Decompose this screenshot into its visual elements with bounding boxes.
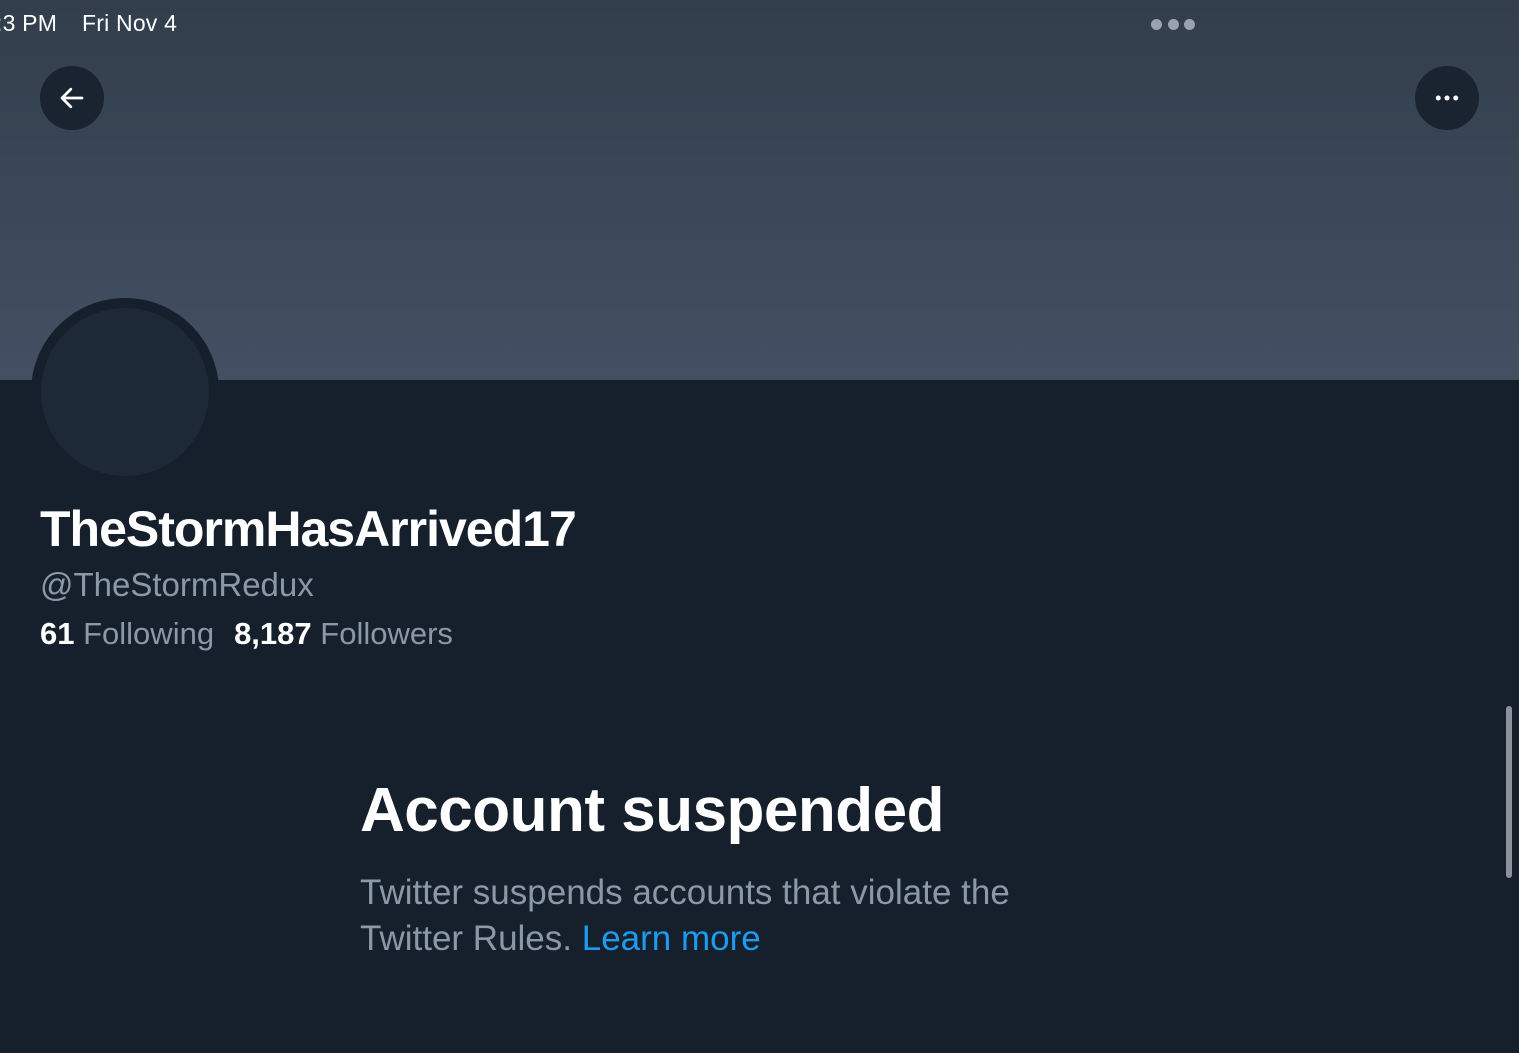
follow-stats: 61 Following 8,187 Followers <box>40 616 453 652</box>
profile-page: :3 PM Fri Nov 4 TheStormHasArrived17 @Th… <box>0 0 1519 1053</box>
suspended-title: Account suspended <box>360 776 945 845</box>
following-label: Following <box>83 616 215 651</box>
following-count: 61 <box>40 616 75 651</box>
status-bar-date: Fri Nov 4 <box>82 10 178 36</box>
arrow-left-icon <box>60 87 84 109</box>
user-handle: @TheStormRedux <box>40 566 314 603</box>
followers-count: 8,187 <box>234 616 312 651</box>
followers-link[interactable]: 8,187 Followers <box>234 616 453 651</box>
ellipsis-icon <box>1435 95 1459 101</box>
back-button[interactable] <box>40 66 104 130</box>
suspended-message: Twitter suspends accounts that violate t… <box>360 870 1120 962</box>
profile-banner <box>0 0 1519 380</box>
multitasking-dots-icon[interactable] <box>1151 19 1195 30</box>
status-bar-time: :3 PM <box>0 10 58 36</box>
avatar[interactable] <box>41 308 209 476</box>
learn-more-link[interactable]: Learn more <box>582 919 761 958</box>
more-options-button[interactable] <box>1415 66 1479 130</box>
display-name: TheStormHasArrived17 <box>40 501 577 557</box>
following-link[interactable]: 61 Following <box>40 616 214 651</box>
followers-label: Followers <box>320 616 453 651</box>
scrollbar[interactable] <box>1506 706 1512 878</box>
